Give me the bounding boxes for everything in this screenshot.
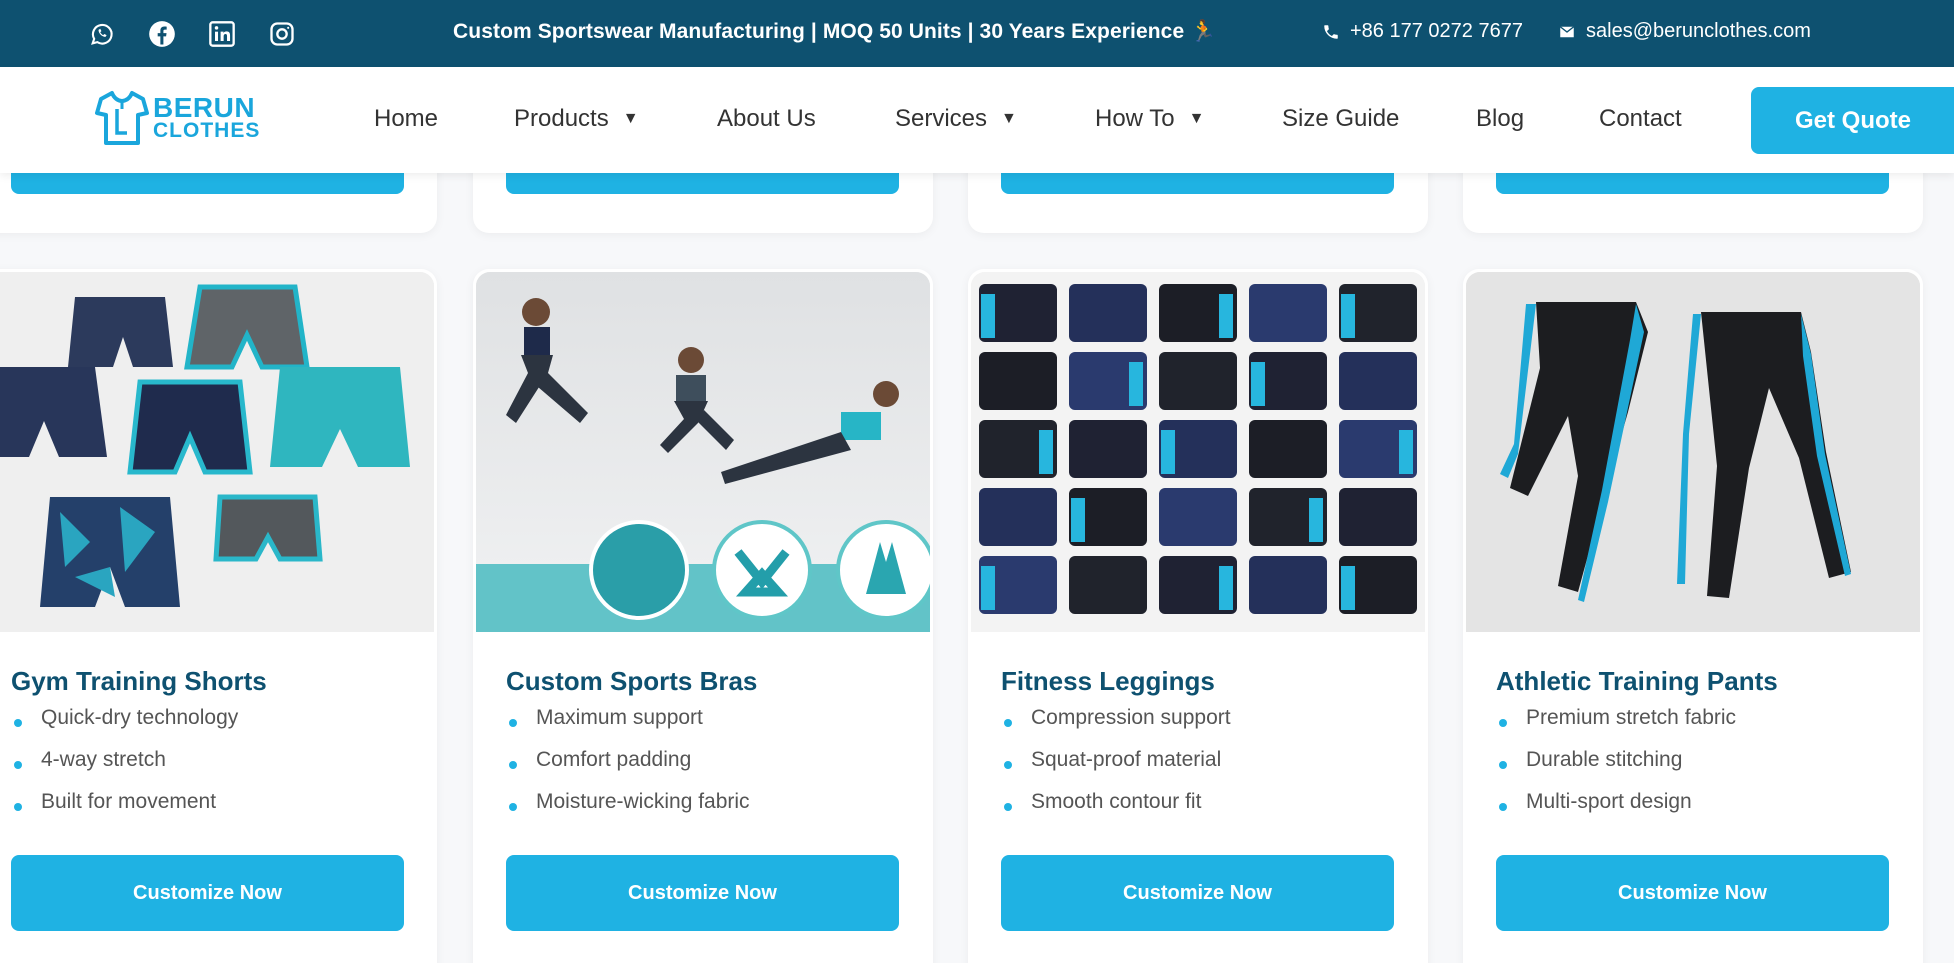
nav-size-guide[interactable]: Size Guide [1282,105,1399,133]
logo-word-1: BERUN [153,91,256,123]
folded-legging [979,284,1057,342]
main-header: BERUN CLOTHES Home Products ▼ About Us Se… [0,67,1954,173]
feature-item: Smooth contour fit [1001,788,1231,830]
nav-how-to[interactable]: How To ▼ [1095,105,1204,133]
folded-legging [979,556,1057,614]
brand-logo[interactable]: BERUN CLOTHES [95,89,260,147]
nav-label: About Us [717,105,816,132]
leggings-image[interactable] [971,272,1425,632]
feature-item: Compression support [1001,704,1231,746]
feature-list: Quick-dry technology 4-way stretch Built… [11,704,238,830]
feature-item: Built for movement [11,788,238,830]
sports-bras-image[interactable] [476,272,930,632]
nav-label: Blog [1476,105,1525,132]
folded-legging [1249,284,1327,342]
logo-word-2: CLOTHES [153,119,261,143]
nav-blog[interactable]: Blog [1476,105,1524,133]
feature-item: Comfort padding [506,746,750,788]
folded-legging [979,352,1057,410]
feature-item: Premium stretch fabric [1496,704,1736,746]
nav-label: How To [1095,105,1175,132]
tagline: Custom Sportswear Manufacturing | MOQ 50… [453,20,1217,43]
folded-legging [1159,352,1237,410]
chevron-down-icon: ▼ [1001,110,1017,127]
phone-icon [1324,24,1338,39]
feature-item: 4-way stretch [11,746,238,788]
whatsapp-icon[interactable] [88,20,118,50]
folded-legging [1159,556,1237,614]
nav-about-us[interactable]: About Us [717,105,816,133]
customize-now-button[interactable]: Customize Now [1001,855,1394,931]
chevron-down-icon: ▼ [1188,110,1205,127]
folded-legging [1339,352,1417,410]
facebook-icon[interactable] [148,20,178,50]
folded-legging [1159,420,1237,478]
folded-legging [1159,488,1237,546]
feature-item: Durable stitching [1496,746,1736,788]
nav-products[interactable]: Products ▼ [514,105,639,133]
folded-legging [1339,284,1417,342]
shorts-image[interactable] [0,272,434,632]
instagram-icon[interactable] [268,20,298,50]
tshirt-logo-icon [95,91,149,145]
feature-item: Maximum support [506,704,750,746]
folded-legging [1159,284,1237,342]
product-title: Fitness Leggings [1001,666,1215,696]
folded-legging [979,420,1057,478]
nav-label: Contact [1599,105,1682,132]
mail-icon [1559,25,1575,37]
chevron-down-icon: ▼ [622,110,639,127]
phone-contact[interactable]: +86 177 0272 7677 [1322,20,1523,43]
feature-item: Squat-proof material [1001,746,1231,788]
nav-label: Size Guide [1282,105,1400,132]
feature-item: Quick-dry technology [11,704,238,746]
feature-list: Premium stretch fabric Durable stitching… [1496,704,1736,830]
product-card-leggings: Fitness Leggings Compression support Squ… [968,269,1428,963]
training-pants-image[interactable] [1466,272,1920,632]
phone-number: +86 177 0272 7677 [1350,20,1523,42]
folded-legging [1339,488,1417,546]
folded-legging [1339,420,1417,478]
nav-label: Home [374,105,439,132]
email-address: sales@berunclothes.com [1586,20,1811,42]
feature-list: Maximum support Comfort padding Moisture… [506,704,750,830]
folded-legging [1249,352,1327,410]
customize-now-button[interactable]: Customize Now [506,855,899,931]
email-contact[interactable]: sales@berunclothes.com [1558,20,1811,43]
feature-list: Compression support Squat-proof material… [1001,704,1231,830]
folded-legging [979,488,1057,546]
product-card-sports-bras: Custom Sports Bras Maximum support Comfo… [473,269,933,963]
customize-now-button[interactable]: Customize Now [11,855,404,931]
nav-label: Services [895,105,988,132]
nav-services[interactable]: Services ▼ [895,105,1017,133]
product-title: Gym Training Shorts [11,666,267,696]
folded-legging [1249,556,1327,614]
customize-now-button[interactable]: Customize Now [1496,855,1889,931]
product-card-shorts: Gym Training Shorts Quick-dry technology… [0,269,437,963]
product-card-training-pants: Athletic Training Pants Premium stretch … [1463,269,1923,963]
linkedin-icon[interactable] [208,20,238,50]
folded-legging [1069,352,1147,410]
folded-legging [1069,488,1147,546]
folded-legging [1069,556,1147,614]
feature-item: Moisture-wicking fabric [506,788,750,830]
social-links [88,20,298,50]
product-title: Custom Sports Bras [506,666,758,696]
folded-legging [1249,420,1327,478]
nav-contact[interactable]: Contact [1599,105,1682,133]
nav-home[interactable]: Home [374,105,438,133]
folded-legging [1069,420,1147,478]
product-title: Athletic Training Pants [1496,666,1778,696]
top-info-bar: Custom Sportswear Manufacturing | MOQ 50… [0,0,1954,67]
nav-label: Products [514,105,609,132]
get-quote-button[interactable]: Get Quote [1751,87,1954,154]
folded-legging [1339,556,1417,614]
folded-legging [1069,284,1147,342]
feature-item: Multi-sport design [1496,788,1736,830]
folded-legging [1249,488,1327,546]
